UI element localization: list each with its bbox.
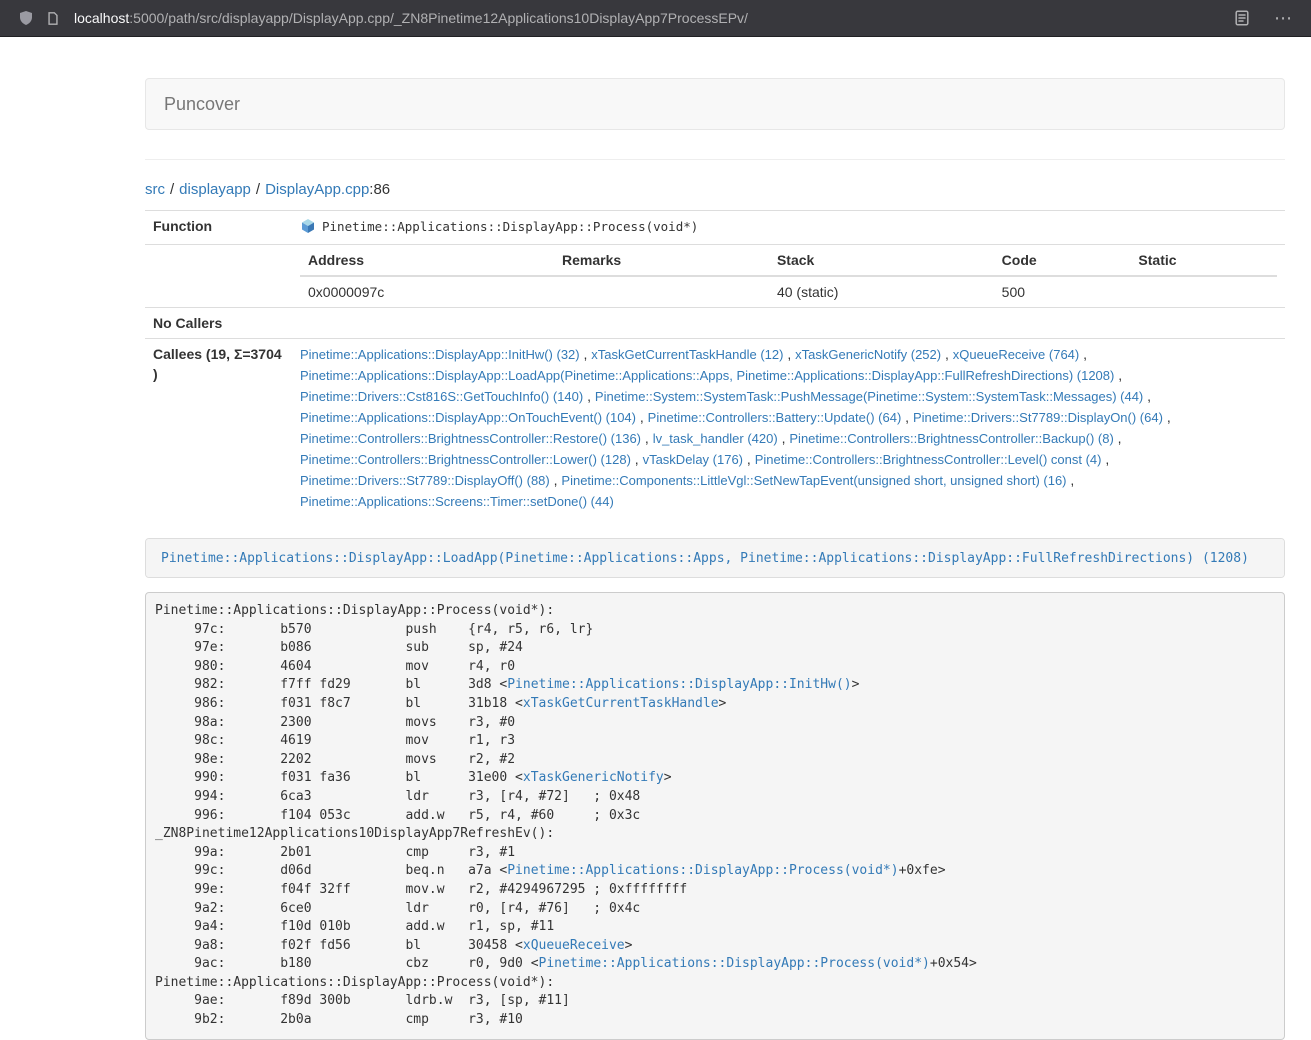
symbol-table: Function Pinetime::Applications::Display… [145,210,1285,517]
breadcrumb-link-displayapp[interactable]: displayapp [179,181,251,198]
stack-value: 40 (static) [769,276,994,307]
brand-link[interactable]: Puncover [146,94,258,115]
callee-link[interactable]: Pinetime::Applications::DisplayApp::Init… [300,347,580,362]
browser-toolbar: localhost:5000/path/src/displayapp/Displ… [0,0,1311,37]
callee-link[interactable]: Pinetime::Drivers::St7789::DisplayOff() … [300,473,550,488]
site-info-page-icon[interactable] [46,11,60,26]
function-cube-icon [300,218,316,239]
callee-link[interactable]: vTaskDelay (176) [643,452,743,467]
static-size-value [1130,276,1277,307]
breadcrumb-line-number: :86 [369,181,390,198]
callee-link[interactable]: Pinetime::Drivers::Cst816S::GetTouchInfo… [300,389,583,404]
no-callers-label: No Callers [145,308,292,339]
url-host: localhost [74,10,129,26]
function-stats-cell: Address Remarks Stack Code Static 0x0000… [292,245,1285,308]
panel-heading: Pinetime::Applications::DisplayApp::Load… [146,539,1284,577]
code-symbol-link[interactable]: xQueueReceive [523,938,625,953]
url-path: :5000/path/src/displayapp/DisplayApp.cpp… [129,10,748,26]
column-header-remarks: Remarks [554,245,769,276]
table-header-row: Address Remarks Stack Code Static [300,245,1277,276]
callee-link[interactable]: Pinetime::Applications::Screens::Timer::… [300,494,614,509]
divider [145,159,1285,160]
callee-link[interactable]: Pinetime::System::SystemTask::PushMessag… [595,389,1143,404]
code-symbol-link[interactable]: Pinetime::Applications::DisplayApp::Init… [507,677,851,692]
function-name: Pinetime::Applications::DisplayApp::Proc… [322,219,698,234]
empty-row-label [145,245,292,308]
callee-link[interactable]: Pinetime::Controllers::BrightnessControl… [300,431,641,446]
breadcrumb-separator: / [256,181,260,198]
main-content: Puncover src / displayapp / DisplayApp.cpp:8… [145,78,1285,1040]
column-header-stack: Stack [769,245,994,276]
disassembly-code-block: Pinetime::Applications::DisplayApp::Proc… [145,592,1285,1040]
url-bar[interactable]: localhost:5000/path/src/displayapp/Displ… [74,10,1228,26]
breadcrumb: src / displayapp / DisplayApp.cpp:86 [145,180,1285,200]
column-header-static: Static [1130,245,1277,276]
symbol-panel: Pinetime::Applications::DisplayApp::Load… [145,538,1285,578]
table-row: Function Pinetime::Applications::Display… [145,211,1285,245]
code-symbol-link[interactable]: xTaskGenericNotify [523,770,664,785]
column-header-code: Code [994,245,1131,276]
callee-link[interactable]: Pinetime::Controllers::BrightnessControl… [300,452,631,467]
function-stats-table: Address Remarks Stack Code Static 0x0000… [300,245,1277,307]
code-symbol-link[interactable]: xTaskGetCurrentTaskHandle [523,696,719,711]
reader-view-icon[interactable] [1234,10,1250,26]
callees-label: Callees (19, Σ=3704 ) [145,339,292,518]
column-header-address: Address [300,245,554,276]
callee-link[interactable]: Pinetime::Components::LittleVgl::SetNewT… [561,473,1066,488]
breadcrumb-separator: / [170,181,174,198]
callee-link[interactable]: Pinetime::Controllers::Battery::Update()… [648,410,902,425]
no-callers-cell [292,308,1285,339]
table-row: Address Remarks Stack Code Static 0x0000… [145,245,1285,308]
address-value: 0x0000097c [300,276,554,307]
callee-link[interactable]: lv_task_handler (420) [653,431,778,446]
breadcrumb-link-src[interactable]: src [145,181,165,198]
table-row: No Callers [145,308,1285,339]
callee-link[interactable]: xQueueReceive (764) [953,347,1079,362]
panel-heading-link[interactable]: Pinetime::Applications::DisplayApp::Load… [161,551,1249,566]
function-row-label: Function [145,211,292,245]
table-row: Callees (19, Σ=3704 ) Pinetime::Applicat… [145,339,1285,518]
function-name-cell: Pinetime::Applications::DisplayApp::Proc… [292,211,1285,245]
app-navbar: Puncover [145,78,1285,130]
callees-list: Pinetime::Applications::DisplayApp::Init… [292,339,1285,518]
callee-link[interactable]: Pinetime::Drivers::St7789::DisplayOn() (… [913,410,1163,425]
callee-link[interactable]: Pinetime::Applications::DisplayApp::OnTo… [300,410,636,425]
callee-link[interactable]: xTaskGetCurrentTaskHandle (12) [591,347,783,362]
code-size-value: 500 [994,276,1131,307]
shield-icon[interactable] [18,10,34,26]
table-row: 0x0000097c 40 (static) 500 [300,276,1277,307]
code-symbol-link[interactable]: Pinetime::Applications::DisplayApp::Proc… [507,863,898,878]
remarks-value [554,276,769,307]
breadcrumb-link-file[interactable]: DisplayApp.cpp [265,181,369,198]
code-symbol-link[interactable]: Pinetime::Applications::DisplayApp::Proc… [539,956,930,971]
callee-link[interactable]: Pinetime::Applications::DisplayApp::Load… [300,368,1114,383]
callee-link[interactable]: xTaskGenericNotify (252) [795,347,941,362]
callee-link[interactable]: Pinetime::Controllers::BrightnessControl… [789,431,1113,446]
overflow-menu-icon[interactable]: ⋯ [1274,9,1293,27]
callee-link[interactable]: Pinetime::Controllers::BrightnessControl… [755,452,1102,467]
